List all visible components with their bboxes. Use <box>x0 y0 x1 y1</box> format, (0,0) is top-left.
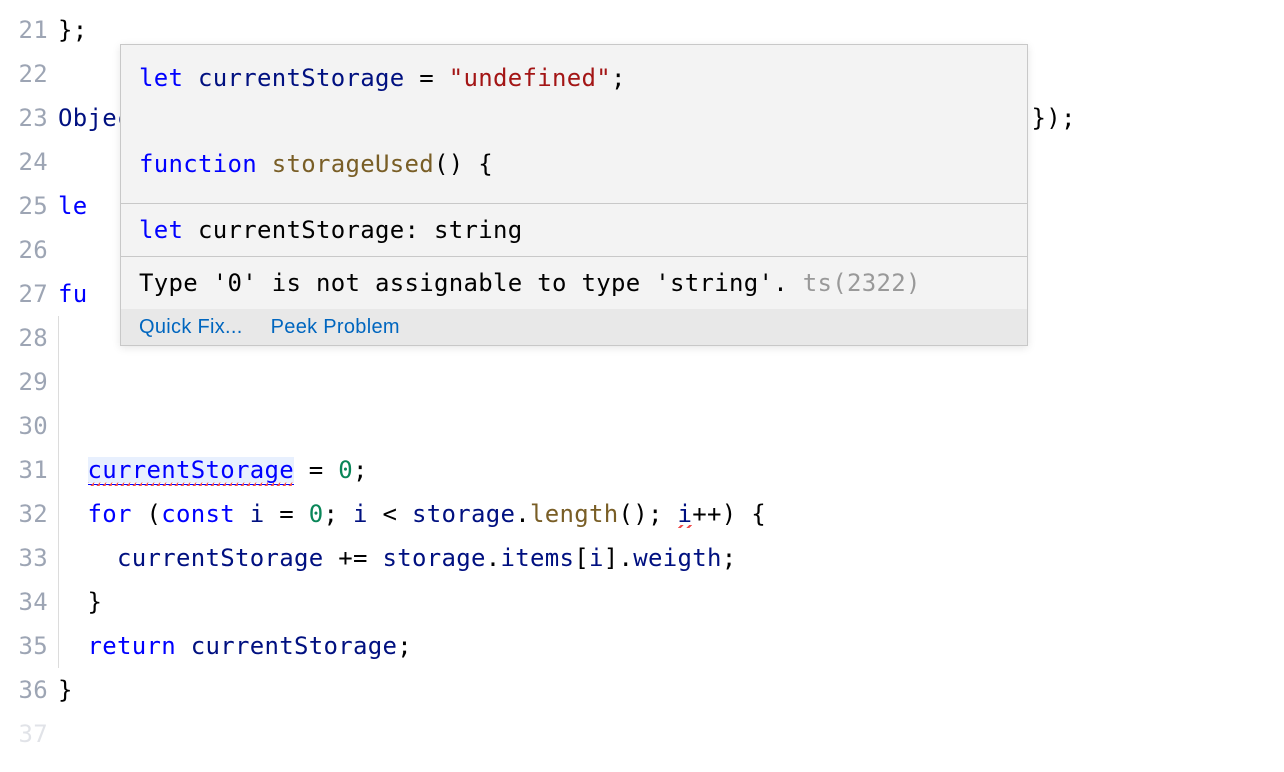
hover-actions: Quick Fix... Peek Problem <box>121 309 1027 345</box>
line-number: 24 <box>0 140 48 184</box>
line-number: 22 <box>0 52 48 96</box>
hover-signature: let currentStorage: string <box>121 204 1027 257</box>
line-number: 25 <box>0 184 48 228</box>
code-line[interactable]: currentStorage += storage.items[i].weigt… <box>58 536 1284 580</box>
line-number: 29 <box>0 360 48 404</box>
line-number: 32 <box>0 492 48 536</box>
line-number: 34 <box>0 580 48 624</box>
code-line[interactable] <box>58 712 1284 756</box>
peek-problem-link[interactable]: Peek Problem <box>271 317 400 337</box>
line-number: 21 <box>0 8 48 52</box>
indent-guide <box>58 316 59 360</box>
hover-tooltip: let currentStorage = "undefined"; functi… <box>120 44 1028 346</box>
code-line[interactable]: for (const i = 0; i < storage.length(); … <box>58 492 1284 536</box>
line-number: 23 <box>0 96 48 140</box>
line-number: 35 <box>0 624 48 668</box>
line-number: 31 <box>0 448 48 492</box>
error-token: i <box>678 502 693 526</box>
code-line[interactable]: return currentStorage; <box>58 624 1284 668</box>
line-number: 30 <box>0 404 48 448</box>
code-line[interactable]: } <box>58 580 1284 624</box>
code-line[interactable]: } <box>58 668 1284 712</box>
code-area[interactable]: }; Object.defineProperty(storage, "max",… <box>58 0 1284 756</box>
selected-identifier[interactable]: currentStorage <box>88 457 295 483</box>
code-editor: 21 22 23 24 25 26 27 28 29 30 31 32 33 3… <box>0 0 1284 756</box>
line-number-gutter: 21 22 23 24 25 26 27 28 29 30 31 32 33 3… <box>0 0 58 756</box>
line-number: 28 <box>0 316 48 360</box>
code-line[interactable] <box>58 404 1284 448</box>
indent-guide <box>58 404 59 448</box>
quick-fix-link[interactable]: Quick Fix... <box>139 317 243 337</box>
line-number: 33 <box>0 536 48 580</box>
line-number: 26 <box>0 228 48 272</box>
error-code: ts(2322) <box>803 269 921 297</box>
indent-guide <box>58 360 59 404</box>
line-number: 36 <box>0 668 48 712</box>
code-line[interactable] <box>58 360 1284 404</box>
hover-error: Type '0' is not assignable to type 'stri… <box>121 257 1027 309</box>
code-line[interactable]: currentStorage = 0; <box>58 448 1284 492</box>
line-number: 37 <box>0 712 48 756</box>
hover-context: let currentStorage = "undefined"; functi… <box>121 45 1027 204</box>
line-number: 27 <box>0 272 48 316</box>
